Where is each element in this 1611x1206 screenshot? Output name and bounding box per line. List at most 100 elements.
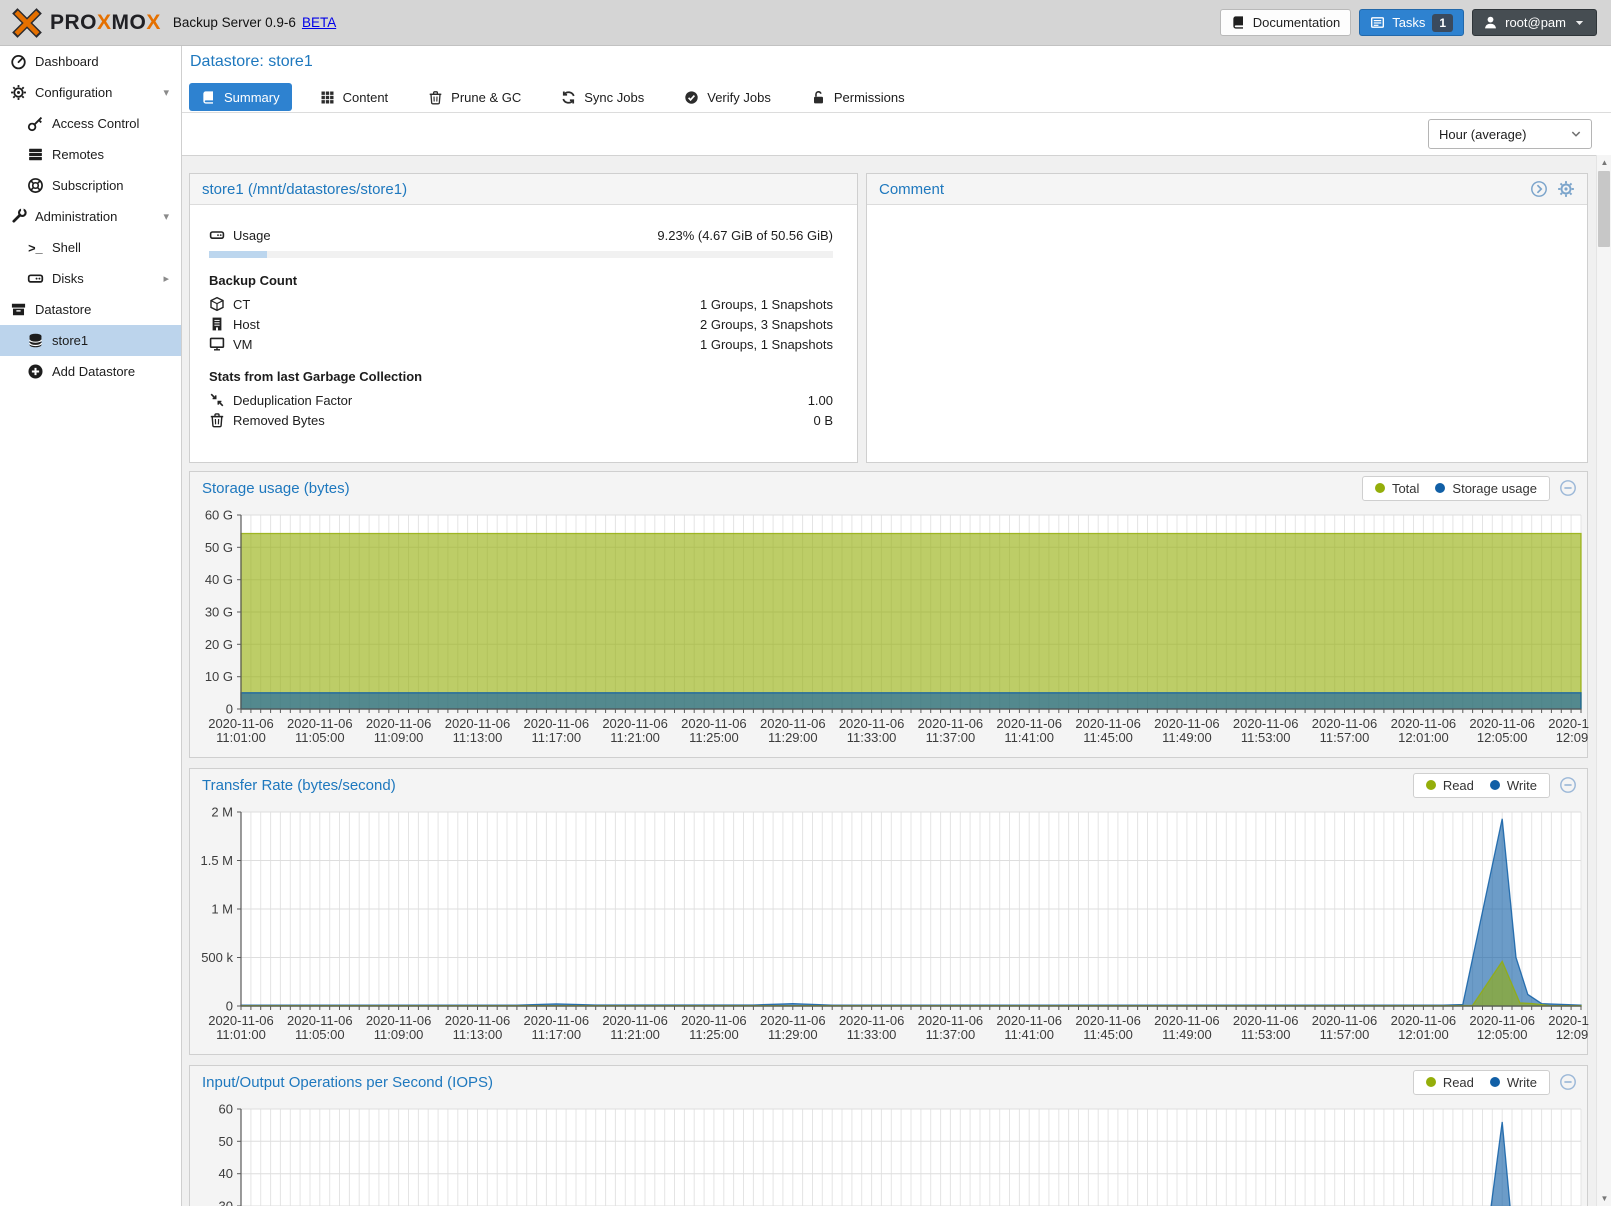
legend-item-total[interactable]: Total [1375, 481, 1419, 496]
beta-link[interactable]: BETA [302, 15, 336, 30]
hdd-icon [27, 270, 44, 287]
sidebar-item-store1[interactable]: store1 [0, 325, 181, 356]
stat-row-vm: VM1 Groups, 1 Snapshots [209, 334, 833, 354]
chart-legend: Read Write [1413, 773, 1550, 798]
svg-text:1.5 M: 1.5 M [200, 853, 233, 868]
vertical-scrollbar: ▲ ▼ [1596, 155, 1611, 1206]
time-range-select[interactable]: Hour (average) [1428, 119, 1592, 149]
task-list-icon [1370, 15, 1385, 30]
collapse-panel-icon[interactable] [1559, 1073, 1577, 1091]
chevron-down-icon [1569, 127, 1583, 141]
chart-legend: Read Write [1413, 1070, 1550, 1095]
svg-text:11:57:00: 11:57:00 [1320, 1027, 1370, 1042]
expand-comment-icon[interactable] [1530, 180, 1548, 198]
svg-text:11:17:00: 11:17:00 [531, 1027, 581, 1042]
tab-verify-jobs[interactable]: Verify Jobs [672, 83, 783, 111]
sidebar-item-configuration[interactable]: Configuration▾ [0, 77, 181, 108]
brand-letter: PRO [50, 11, 97, 34]
sidebar-item-administration[interactable]: Administration ▾ [0, 201, 181, 232]
legend-item-read[interactable]: Read [1426, 1075, 1474, 1090]
sidebar-item-add-datastore[interactable]: Add Datastore [0, 356, 181, 387]
chart-title: Input/Output Operations per Second (IOPS… [202, 1074, 493, 1091]
svg-text:2020-11-06: 2020-11-06 [1233, 716, 1299, 731]
book-icon [201, 90, 216, 105]
tasks-button[interactable]: Tasks 1 [1359, 9, 1464, 36]
key-icon [27, 115, 44, 132]
documentation-button[interactable]: Documentation [1220, 9, 1351, 36]
svg-text:2020-11-06: 2020-11-06 [1233, 1013, 1299, 1028]
stat-row-ct: CT1 Groups, 1 Snapshots [209, 294, 833, 314]
wrench-icon [10, 208, 27, 225]
datastore-summary-panel: store1 (/mnt/datastores/store1) Usage 9.… [189, 173, 858, 463]
legend-dot-icon [1426, 1077, 1436, 1087]
svg-text:1 M: 1 M [211, 902, 233, 917]
legend-item-write[interactable]: Write [1490, 778, 1537, 793]
sidebar-item-label: Remotes [52, 147, 104, 162]
scrollbar-thumb[interactable] [1598, 171, 1610, 247]
storage-usage-chart-header: Storage usage (bytes) TotalStorage usage [190, 472, 1587, 504]
svg-text:11:13:00: 11:13:00 [453, 730, 503, 745]
database-icon [27, 332, 44, 349]
user-menu-button[interactable]: root@pam [1472, 9, 1597, 36]
gear-icon[interactable] [1557, 180, 1575, 198]
legend-item-write[interactable]: Write [1490, 1075, 1537, 1090]
svg-text:30: 30 [219, 1199, 233, 1206]
sidebar-item-label: Access Control [52, 116, 139, 131]
svg-text:11:01:00: 11:01:00 [216, 730, 266, 745]
svg-text:2020-11-06: 2020-11-06 [839, 716, 905, 731]
svg-text:2 M: 2 M [211, 805, 233, 820]
tab-content[interactable]: Content [308, 83, 401, 111]
sidebar-item-datastore[interactable]: Datastore [0, 294, 181, 325]
sidebar-item-remotes[interactable]: Remotes [0, 139, 181, 170]
scrollbar-up-arrow[interactable]: ▲ [1597, 155, 1611, 170]
storage-usage-chart-panel: Storage usage (bytes) TotalStorage usage… [189, 471, 1588, 758]
top-bar: PROXMOX Backup Server 0.9-6 BETA Documen… [0, 0, 1611, 46]
svg-text:50 G: 50 G [205, 540, 233, 555]
tab-prune-gc[interactable]: Prune & GC [416, 83, 533, 111]
gc-stats-heading: Stats from last Garbage Collection [209, 369, 833, 384]
tab-label: Content [343, 90, 389, 105]
svg-text:11:13:00: 11:13:00 [453, 1027, 503, 1042]
expand-arrow-icon[interactable]: ▸ [163, 272, 169, 285]
collapse-panel-icon[interactable] [1559, 479, 1577, 497]
collapse-arrow-icon[interactable]: ▾ [163, 210, 169, 223]
tab-permissions[interactable]: Permissions [799, 83, 917, 111]
sidebar-item-label: Administration [35, 209, 117, 224]
store-panel-title: store1 (/mnt/datastores/store1) [202, 181, 407, 198]
documentation-label: Documentation [1253, 15, 1340, 30]
brand-letter-accent: X [97, 11, 112, 34]
svg-text:11:05:00: 11:05:00 [295, 730, 345, 745]
svg-text:2020-11-06: 2020-11-06 [1548, 1013, 1589, 1028]
scrollbar-down-arrow[interactable]: ▼ [1597, 1191, 1611, 1206]
sidebar-item-subscription[interactable]: Subscription [0, 170, 181, 201]
sidebar-item-access-control[interactable]: Access Control [0, 108, 181, 139]
svg-text:2020-11-06: 2020-11-06 [1391, 1013, 1457, 1028]
svg-text:11:37:00: 11:37:00 [926, 730, 976, 745]
sidebar-item-disks[interactable]: Disks▸ [0, 263, 181, 294]
svg-text:10 G: 10 G [205, 669, 233, 684]
svg-text:2020-11-06: 2020-11-06 [287, 1013, 353, 1028]
collapse-panel-icon[interactable] [1559, 776, 1577, 794]
comment-panel-title: Comment [879, 181, 944, 198]
sidebar-item-label: Add Datastore [52, 364, 135, 379]
svg-text:2020-11-06: 2020-11-06 [524, 1013, 590, 1028]
legend-label: Write [1507, 778, 1537, 793]
svg-text:12:01:00: 12:01:00 [1398, 730, 1449, 745]
sidebar-item-dashboard[interactable]: Dashboard [0, 46, 181, 77]
usage-progress-fill [209, 251, 267, 258]
user-icon [1483, 15, 1498, 30]
collapse-arrow-icon[interactable]: ▾ [163, 86, 169, 99]
legend-item-read[interactable]: Read [1426, 778, 1474, 793]
svg-text:2020-11-06: 2020-11-06 [1075, 1013, 1141, 1028]
svg-text:2020-11-06: 2020-11-06 [1154, 1013, 1220, 1028]
svg-text:2020-11-06: 2020-11-06 [602, 716, 668, 731]
svg-text:11:37:00: 11:37:00 [926, 1027, 976, 1042]
sidebar-item-shell[interactable]: >_Shell [0, 232, 181, 263]
usage-progress-bar [209, 251, 833, 258]
svg-text:40 G: 40 G [205, 572, 233, 587]
svg-text:11:53:00: 11:53:00 [1241, 1027, 1291, 1042]
tab-sync-jobs[interactable]: Sync Jobs [549, 83, 656, 111]
svg-text:50: 50 [219, 1134, 233, 1149]
legend-item-storage-usage[interactable]: Storage usage [1435, 481, 1537, 496]
tab-summary[interactable]: Summary [189, 83, 292, 111]
